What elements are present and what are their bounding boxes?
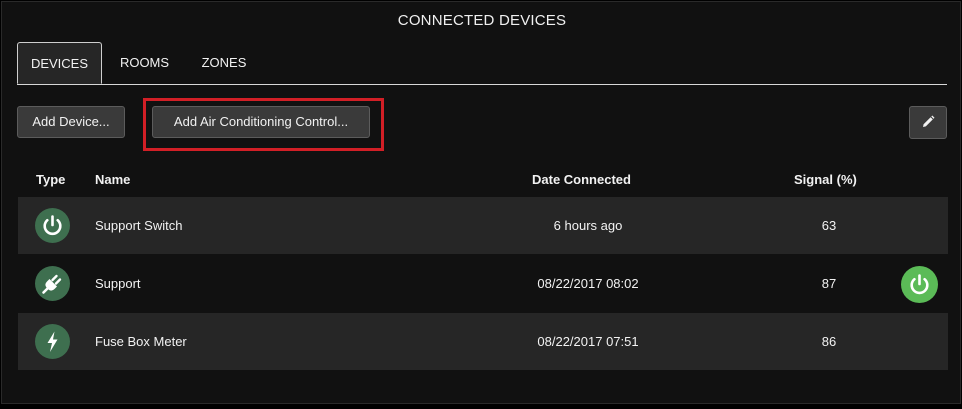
highlight-box <box>143 98 384 151</box>
tab-devices[interactable]: DEVICES <box>17 42 102 84</box>
page-title: CONNECTED DEVICES <box>397 12 567 29</box>
connected-devices-panel: CONNECTED DEVICES DEVICES ROOMS ZONES Ad… <box>1 1 961 404</box>
lightning-icon <box>35 324 70 359</box>
plug-icon <box>35 266 70 301</box>
pencil-icon <box>923 115 935 127</box>
power-toggle-button[interactable] <box>901 266 938 303</box>
device-signal: 63 <box>821 218 837 233</box>
add-device-button[interactable]: Add Device... <box>17 106 125 138</box>
table-row[interactable]: Support 08/22/2017 08:02 87 <box>18 255 948 312</box>
column-header-name: Name <box>95 172 131 187</box>
table-row[interactable]: Support Switch 6 hours ago 63 <box>18 197 948 254</box>
tab-rooms[interactable]: ROOMS <box>107 42 182 83</box>
device-date-connected: 6 hours ago <box>553 218 623 233</box>
power-icon <box>910 274 929 295</box>
power-icon <box>35 208 70 243</box>
device-name: Support <box>95 276 141 291</box>
column-header-type: Type <box>36 172 66 187</box>
column-header-date-connected: Date Connected <box>532 172 631 187</box>
edit-button[interactable] <box>909 106 947 139</box>
device-date-connected: 08/22/2017 08:02 <box>537 276 639 291</box>
device-signal: 87 <box>821 276 837 291</box>
device-name: Support Switch <box>95 218 183 233</box>
tab-bar: DEVICES ROOMS ZONES <box>17 42 947 85</box>
device-date-connected: 08/22/2017 07:51 <box>537 334 639 349</box>
device-name: Fuse Box Meter <box>95 334 187 349</box>
device-signal: 86 <box>821 334 837 349</box>
tab-zones[interactable]: ZONES <box>189 42 259 83</box>
column-header-signal: Signal (%) <box>794 172 857 187</box>
table-row[interactable]: Fuse Box Meter 08/22/2017 07:51 86 <box>18 313 948 370</box>
